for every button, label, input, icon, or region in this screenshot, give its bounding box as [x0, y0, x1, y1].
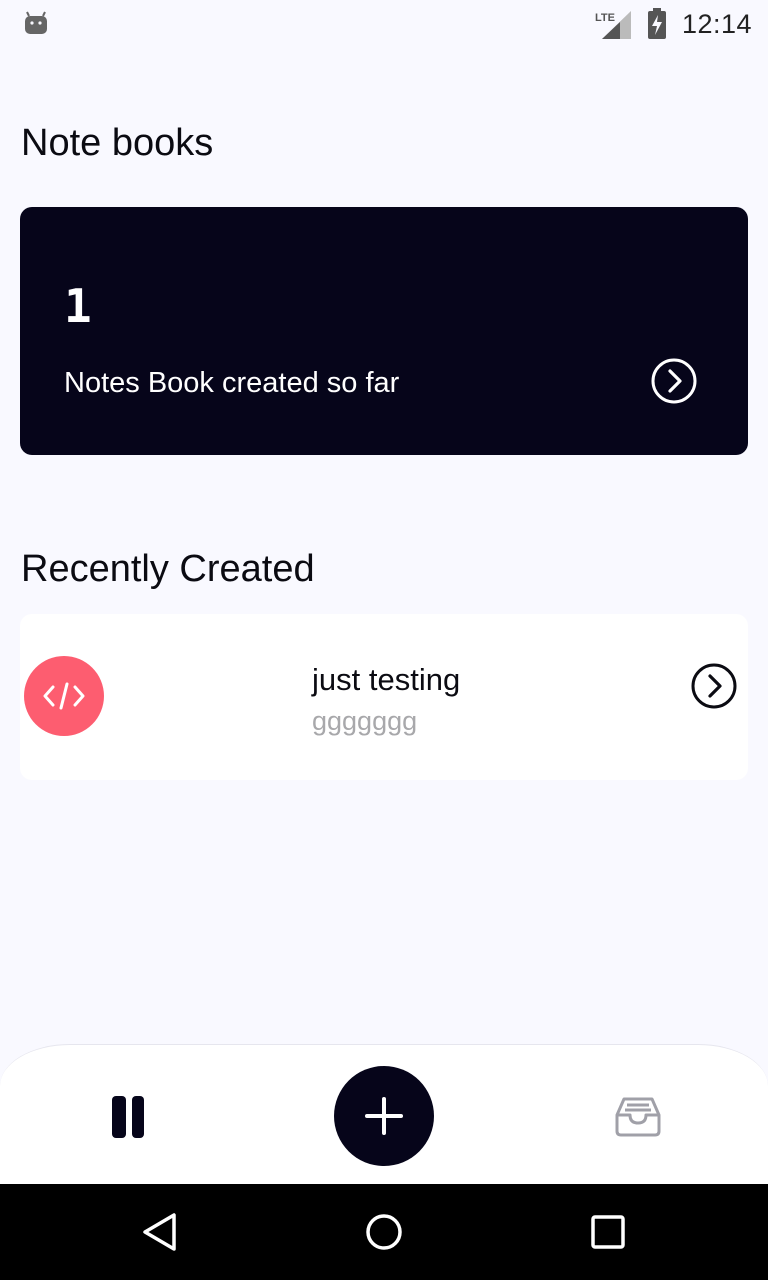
note-avatar — [24, 656, 104, 736]
note-title: just testing — [312, 662, 461, 697]
plus-icon — [365, 1097, 403, 1135]
add-note-button[interactable] — [334, 1066, 434, 1166]
bottom-navigation — [0, 1044, 768, 1184]
battery-charging-icon — [648, 8, 666, 39]
list-item[interactable]: just testing ggggggg — [20, 614, 748, 780]
home-icon[interactable] — [364, 1212, 404, 1252]
note-subtitle: ggggggg — [312, 706, 418, 736]
notebooks-count: 1 — [64, 279, 92, 333]
notebooks-summary-card[interactable]: 1 Notes Book created so far — [20, 207, 748, 455]
svg-text:LTE: LTE — [595, 12, 615, 24]
back-icon[interactable] — [140, 1212, 180, 1252]
notebooks-icon[interactable] — [110, 1095, 146, 1139]
status-bar: LTE 12:14 — [0, 0, 768, 48]
chevron-right-circle-icon[interactable] — [690, 662, 738, 710]
recent-title: Recently Created — [21, 548, 315, 590]
chevron-right-circle-icon[interactable] — [650, 357, 698, 405]
recents-icon[interactable] — [588, 1212, 628, 1252]
notebooks-count-label: Notes Book created so far — [64, 367, 400, 399]
lte-signal-icon: LTE — [595, 11, 631, 39]
android-icon — [25, 11, 47, 34]
system-navigation-bar — [0, 1184, 768, 1280]
notebooks-title: Note books — [21, 122, 214, 164]
archive-inbox-icon[interactable] — [614, 1095, 662, 1137]
code-icon — [43, 682, 85, 710]
status-time: 12:14 — [682, 9, 753, 39]
